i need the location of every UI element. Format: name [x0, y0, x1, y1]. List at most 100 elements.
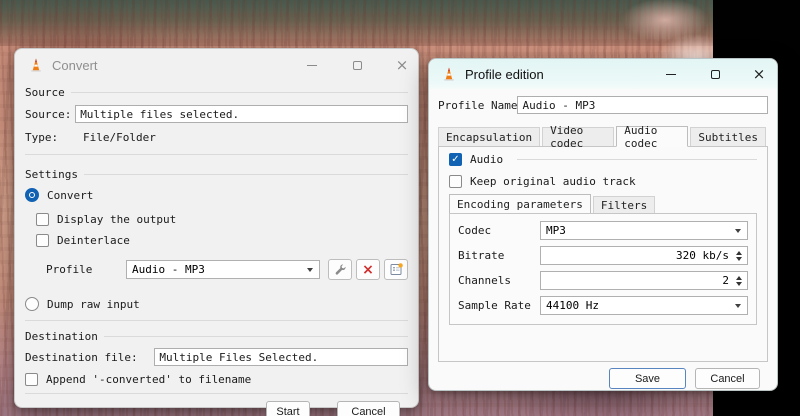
profile-combobox[interactable]: Audio - MP3 [126, 260, 320, 279]
append-converted-checkbox[interactable]: Append '-converted' to filename [25, 373, 408, 386]
audio-codec-panel: ✓ Audio Keep original audio track Encodi… [438, 147, 768, 362]
maximize-icon [710, 69, 720, 79]
profile-label: Profile [46, 263, 93, 276]
source-group-title: Source [25, 85, 65, 99]
tab-video-codec[interactable]: Video codec [542, 124, 615, 150]
channels-spinbox[interactable]: 2 [540, 271, 748, 290]
chevron-down-icon [307, 267, 313, 272]
vlc-cone-icon [444, 67, 454, 81]
group-divider [103, 335, 408, 337]
desktop: Convert × Source Source: Type: [0, 0, 800, 416]
save-button[interactable]: Save [609, 368, 686, 389]
convert-radio[interactable]: Convert [25, 188, 408, 202]
settings-group: Settings Convert Display the output Dein… [25, 167, 408, 321]
bitrate-spinbox[interactable]: 320 kb/s [540, 246, 748, 265]
tab-audio-codec[interactable]: Audio codec [616, 124, 689, 150]
checkbox-unchecked-icon [449, 175, 462, 188]
channels-label: Channels [458, 274, 511, 287]
subtab-filters[interactable]: Filters [592, 196, 656, 213]
append-converted-label: Append '-converted' to filename [46, 373, 252, 386]
delete-x-icon: × [362, 261, 374, 278]
destination-file-input[interactable] [154, 348, 408, 366]
spin-down-icon[interactable] [736, 281, 742, 286]
dump-raw-input-radio[interactable]: Dump raw input [25, 297, 408, 311]
profile-window-title: Profile edition [465, 66, 544, 82]
group-divider [25, 320, 408, 321]
codec-label: Codec [458, 224, 492, 237]
wrench-icon [335, 264, 346, 275]
group-divider [517, 159, 757, 160]
tab-encapsulation[interactable]: Encapsulation [438, 127, 541, 146]
bitrate-label: Bitrate [458, 249, 505, 262]
display-output-checkbox[interactable]: Display the output [36, 213, 408, 226]
profile-tabbar: Encapsulation Video codec Audio codec Su… [438, 124, 768, 150]
profile-name-input[interactable] [517, 96, 768, 114]
settings-group-title: Settings [25, 167, 78, 181]
profile-combobox-value: Audio - MP3 [132, 263, 205, 276]
new-profile-button[interactable] [384, 259, 408, 280]
group-divider [25, 154, 408, 155]
convert-window: Convert × Source Source: Type: [14, 48, 419, 416]
spin-up-icon[interactable] [736, 250, 742, 255]
radio-unselected-icon [25, 297, 39, 311]
profile-edition-window: Profile edition × Profile Name Encapsula… [428, 58, 778, 391]
delete-profile-button[interactable]: × [356, 259, 380, 280]
start-button[interactable]: Start [266, 401, 310, 416]
new-profile-list-icon [390, 263, 403, 275]
encoding-parameters-panel: Codec MP3 Bitrate 320 kb/s Channels 2 Sa… [449, 213, 757, 325]
spin-down-icon[interactable] [736, 256, 742, 261]
audio-checkbox[interactable]: ✓ Audio [449, 153, 757, 166]
check-icon: ✓ [451, 153, 460, 165]
group-divider [83, 173, 408, 175]
profile-titlebar[interactable]: Profile edition × [429, 59, 777, 89]
maximize-icon [352, 60, 362, 70]
convert-cancel-button[interactable]: Cancel [337, 401, 400, 416]
deinterlace-label: Deinterlace [57, 234, 130, 247]
encoding-subtabbar: Encoding parameters Filters [449, 194, 757, 213]
chevron-down-icon [735, 303, 741, 308]
checkbox-checked-icon: ✓ [449, 153, 462, 166]
profile-cancel-button[interactable]: Cancel [695, 368, 760, 389]
destination-group-title: Destination [25, 329, 98, 343]
keep-original-audio-label: Keep original audio track [470, 175, 636, 188]
source-label: Source: [25, 107, 72, 121]
minimize-icon [307, 64, 317, 66]
codec-combobox-value: MP3 [546, 224, 566, 237]
display-output-label: Display the output [57, 213, 177, 226]
deinterlace-checkbox[interactable]: Deinterlace [36, 234, 408, 247]
sample-rate-combobox[interactable]: 44100 Hz [540, 296, 748, 315]
group-divider [70, 91, 408, 93]
destination-group: Destination Destination file: Append '-c… [25, 329, 408, 394]
bitrate-value: 320 kb/s [676, 249, 729, 262]
convert-close-button[interactable]: × [392, 55, 412, 75]
close-icon: × [395, 55, 409, 74]
subtab-encoding-parameters[interactable]: Encoding parameters [449, 194, 591, 213]
spin-up-icon[interactable] [736, 275, 742, 280]
destination-file-label: Destination file: [25, 350, 138, 364]
keep-original-audio-checkbox[interactable]: Keep original audio track [449, 175, 757, 188]
radio-selected-icon [25, 188, 39, 202]
source-input[interactable] [75, 105, 408, 123]
minimize-icon [666, 73, 676, 75]
codec-combobox[interactable]: MP3 [540, 221, 748, 240]
dump-raw-input-label: Dump raw input [47, 297, 140, 311]
sample-rate-label: Sample Rate [458, 299, 531, 312]
convert-window-title: Convert [52, 57, 98, 73]
close-icon: × [752, 64, 766, 83]
convert-minimize-button[interactable] [302, 55, 322, 75]
convert-titlebar[interactable]: Convert × [15, 49, 418, 81]
tab-subtitles[interactable]: Subtitles [690, 127, 766, 146]
profile-maximize-button[interactable] [705, 64, 725, 84]
checkbox-unchecked-icon [36, 213, 49, 226]
checkbox-unchecked-icon [25, 373, 38, 386]
checkbox-unchecked-icon [36, 234, 49, 247]
profile-minimize-button[interactable] [661, 64, 681, 84]
sample-rate-combobox-value: 44100 Hz [546, 299, 599, 312]
audio-checkbox-label: Audio [470, 153, 504, 166]
chevron-down-icon [735, 228, 741, 233]
source-group: Source Source: Type: File/Folder [25, 85, 408, 155]
profile-close-button[interactable]: × [749, 64, 769, 84]
type-value: File/Folder [83, 131, 156, 144]
convert-maximize-button[interactable] [347, 55, 367, 75]
edit-profile-button[interactable] [328, 259, 352, 280]
